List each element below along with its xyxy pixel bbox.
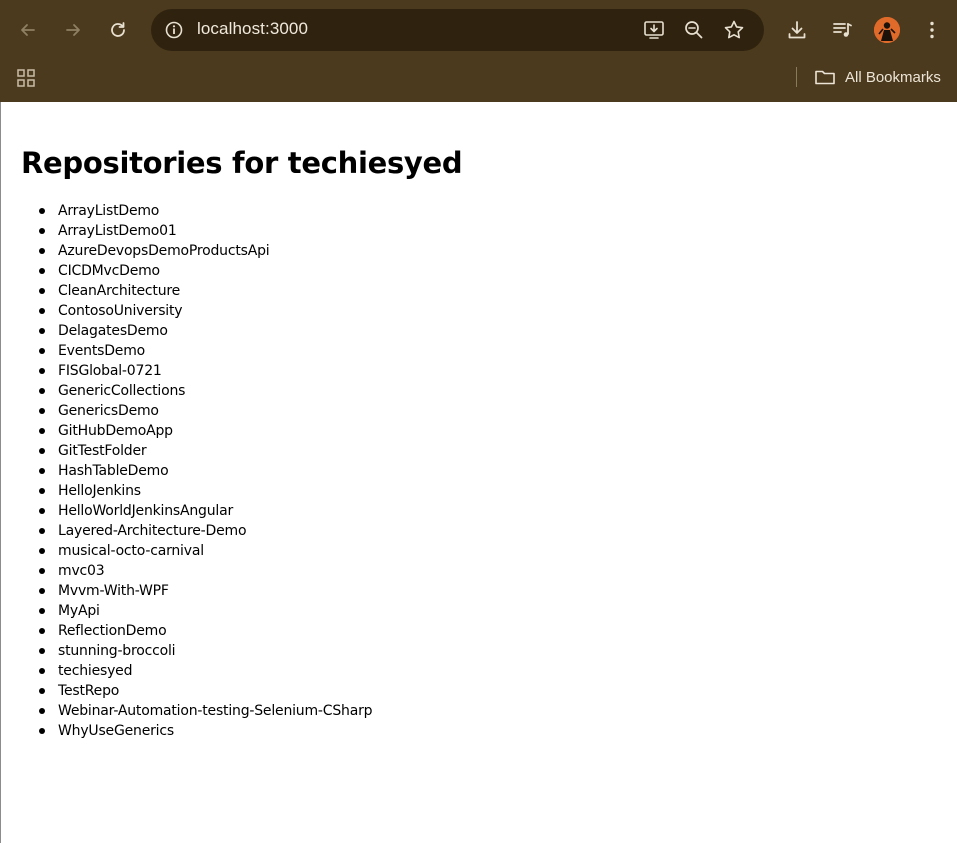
repository-list-item: mvc03 (38, 561, 372, 581)
back-button[interactable] (12, 14, 44, 46)
repository-list-item: Layered-Architecture-Demo (38, 521, 372, 541)
forward-button[interactable] (57, 14, 89, 46)
repository-list-item: TestRepo (38, 681, 372, 701)
address-bar[interactable]: localhost:3000 (151, 9, 764, 51)
repository-list-item: musical-octo-carnival (38, 541, 372, 561)
zoom-out-icon (685, 21, 703, 39)
page-content: Repositories for techiesyed ArrayListDem… (0, 102, 957, 843)
repository-list-item: HelloWorldJenkinsAngular (38, 501, 372, 521)
repository-list-item: GenericCollections (38, 381, 372, 401)
repository-list-item: Webinar-Automation-testing-Selenium-CSha… (38, 703, 373, 719)
all-bookmarks-label: All Bookmarks (845, 68, 941, 86)
kebab-menu-icon (930, 21, 934, 39)
bookmarks-bar: All Bookmarks (0, 60, 957, 102)
reload-button[interactable] (102, 14, 134, 46)
repository-list-item: GitHubDemoApp (38, 421, 372, 441)
repository-list-item: ReflectionDemo (38, 621, 372, 641)
repository-list-item: WhyUseGenerics (38, 721, 372, 741)
repository-list: ArrayListDemo ArrayListDemo01 AzureDevopsD… (21, 201, 373, 741)
repository-list-item: EventsDemo (38, 341, 372, 361)
repository-list-item: stunning-broccoli (38, 641, 372, 661)
install-app-icon (644, 21, 664, 39)
all-bookmarks-button[interactable]: All Bookmarks (814, 64, 941, 90)
info-icon (165, 21, 183, 39)
bookmark-star-button[interactable] (720, 16, 748, 44)
repository-list-item: CICDMvcDemo (38, 261, 372, 281)
repository-list-item: GitTestFolder (38, 441, 372, 461)
arrow-left-icon (21, 24, 35, 36)
arrow-right-icon (66, 24, 80, 36)
bookmarks-divider (796, 67, 797, 87)
media-controls-button[interactable] (826, 14, 858, 46)
browser-chrome: localhost:3000 All Bookmarks (0, 0, 957, 102)
avatar[interactable] (874, 17, 900, 43)
browser-toolbar: localhost:3000 (0, 0, 957, 60)
repository-list-item: techiesyed (38, 661, 372, 681)
repository-list-item: MyApi (38, 601, 372, 621)
apps-grid-icon (17, 69, 35, 87)
repository-list-item: GenericsDemo (38, 401, 372, 421)
url-text[interactable]: localhost:3000 (197, 19, 308, 39)
profile-avatar-image (874, 17, 900, 43)
repository-list-item: Mvvm-With-WPF (38, 581, 372, 601)
repository-list-item: ArrayListDemo01 (38, 221, 372, 241)
repository-list-item: HelloJenkins (38, 481, 372, 501)
site-info-button[interactable] (160, 16, 188, 44)
repository-list-item: ContosoUniversity (38, 301, 372, 321)
apps-button[interactable] (14, 66, 38, 90)
install-app-button[interactable] (640, 16, 668, 44)
star-icon (724, 20, 744, 39)
download-icon (788, 21, 806, 39)
repository-list-item: DelagatesDemo (38, 321, 372, 341)
repository-list-item: CleanArchitecture (38, 281, 372, 301)
folder-icon (814, 67, 836, 87)
repository-list-item: HashTableDemo (38, 461, 372, 481)
repository-list-item: FISGlobal-0721 (38, 361, 372, 381)
repository-list-item: ArrayListDemo (38, 201, 372, 221)
browser-menu-button[interactable] (916, 14, 948, 46)
media-controls-icon (833, 23, 852, 37)
page-title: Repositories for techiesyed (21, 146, 463, 180)
repository-list-item: AzureDevopsDemoProductsApi (38, 241, 372, 261)
reload-icon (111, 22, 125, 37)
downloads-button[interactable] (781, 14, 813, 46)
zoom-button[interactable] (680, 16, 708, 44)
